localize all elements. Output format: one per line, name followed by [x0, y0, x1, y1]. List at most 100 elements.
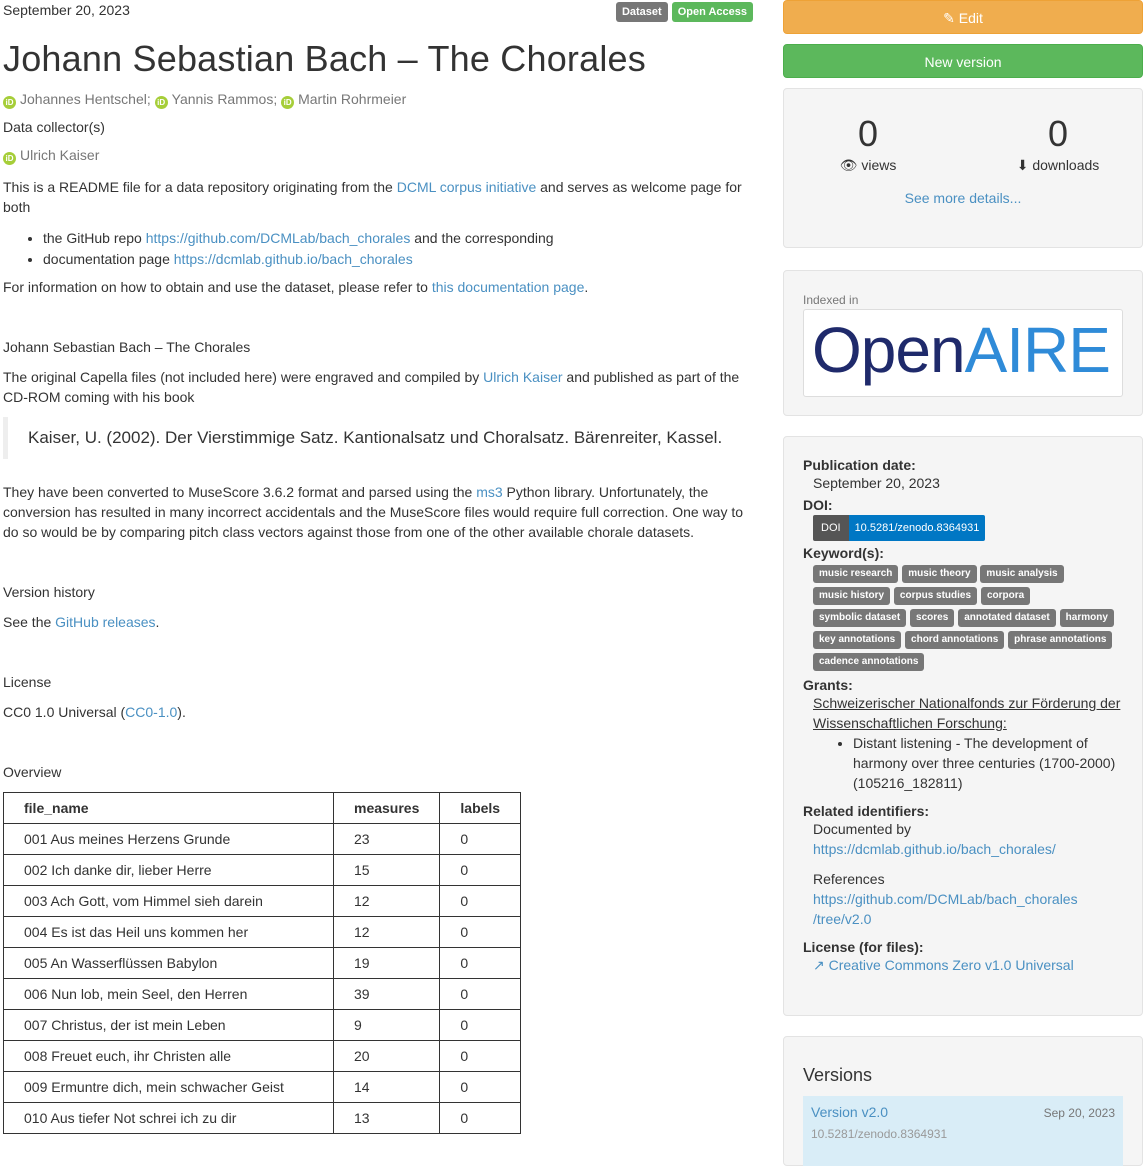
table-row: 002 Ich danke dir, lieber Herre 15 0 — [3, 854, 522, 886]
keyword-badge[interactable]: music history — [813, 587, 891, 605]
table-cell: 009 Ermuntre dich, mein schwacher Geist — [3, 1071, 334, 1103]
keyword-badge[interactable]: cadence annotations — [813, 653, 925, 671]
downloads-count: 0 — [1047, 113, 1069, 154]
author-link[interactable]: Yannis Rammos — [172, 91, 274, 107]
license-label: License (for files): — [803, 939, 924, 955]
list-item: the GitHub repo https://github.com/DCMLa… — [43, 228, 554, 249]
ms3-link[interactable]: ms3 — [476, 484, 502, 500]
keyword-badge[interactable]: music analysis — [980, 565, 1064, 583]
table-cell: 002 Ich danke dir, lieber Herre — [3, 854, 334, 886]
keyword-badge[interactable]: harmony — [1059, 609, 1114, 627]
table-header-row: file_name measures labels — [3, 792, 522, 824]
metadata-panel: Publication date: September 20, 2023 DOI… — [783, 436, 1143, 1016]
keyword-badge[interactable]: annotated dataset — [958, 609, 1056, 627]
badges: Dataset Open Access — [615, 2, 753, 22]
stats-panel: 0 👁 views 0 ⬇ downloads See more details… — [783, 88, 1143, 248]
table-row: 010 Aus tiefer Not schrei ich zu dir 13 0 — [3, 1102, 522, 1134]
version-row[interactable]: Version v2.0 Sep 20, 2023 10.5281/zenodo… — [803, 1096, 1123, 1166]
link-list: the GitHub repo https://github.com/DCMLa… — [3, 228, 554, 270]
versions-panel: Versions Version v2.0 Sep 20, 2023 10.52… — [783, 1036, 1143, 1166]
open-access-badge: Open Access — [671, 2, 753, 22]
table-cell: 0 — [439, 947, 522, 979]
references-link-cont[interactable]: /tree/v2.0 — [813, 911, 871, 927]
grant-list: Distant listening - The development of h… — [803, 733, 1123, 793]
views-count: 0 — [857, 113, 879, 154]
list-item: documentation page https://dcmlab.github… — [43, 249, 554, 270]
keyword-badge[interactable]: symbolic dataset — [813, 609, 907, 627]
refer-paragraph: For information on how to obtain and use… — [3, 277, 588, 297]
table-row: 007 Christus, der ist mein Leben 9 0 — [3, 1009, 522, 1041]
table-cell: 006 Nun lob, mein Seel, den Herren — [3, 978, 334, 1010]
table-row: 008 Freuet euch, ihr Christen alle 20 0 — [3, 1040, 522, 1072]
cc0-link[interactable]: CC0-1.0 — [125, 704, 177, 720]
license-heading: License — [3, 674, 52, 690]
version-link[interactable]: Version v2.0 — [811, 1104, 888, 1120]
table-cell: 0 — [439, 1071, 522, 1103]
orcid-icon: iD — [3, 96, 16, 109]
table-cell: 0 — [439, 854, 522, 886]
author-link[interactable]: Martin Rohrmeier — [298, 91, 406, 107]
new-version-button[interactable]: New version — [783, 44, 1143, 78]
doc-page-link[interactable]: this documentation page — [432, 279, 585, 295]
license-text: ). — [177, 704, 186, 720]
keyword-list: music research music theory music analys… — [803, 561, 1123, 675]
documented-link[interactable]: https://dcmlab.github.io/bach_chorales/ — [813, 841, 1056, 857]
doi-badge[interactable]: DOI 10.5281/zenodo.8364931 — [813, 515, 986, 541]
table-cell: 008 Freuet euch, ihr Christen alle — [3, 1040, 334, 1072]
collector-link[interactable]: Ulrich Kaiser — [20, 147, 99, 163]
keyword-badge[interactable]: corpus studies — [893, 587, 978, 605]
keyword-badge[interactable]: chord annotations — [905, 631, 1005, 649]
more-details-link[interactable]: See more details... — [905, 190, 1022, 206]
keyword-badge[interactable]: music theory — [902, 565, 977, 583]
keyword-badge[interactable]: corpora — [980, 587, 1031, 605]
table-cell: 010 Aus tiefer Not schrei ich zu dir — [3, 1102, 334, 1134]
kaiser-link[interactable]: Ulrich Kaiser — [483, 369, 562, 385]
conversion-text: They have been converted to MuseScore 3.… — [3, 484, 477, 500]
author-list: iD Johannes Hentschel; iD Yannis Rammos; i… — [3, 91, 406, 109]
column-header: labels — [439, 792, 522, 824]
page-title: Johann Sebastian Bach – The Chorales — [3, 38, 646, 79]
documented-by-label: Documented by — [813, 821, 912, 837]
collector: iD Ulrich Kaiser — [3, 147, 99, 165]
table-row: 006 Nun lob, mein Seel, den Herren 39 0 — [3, 978, 522, 1010]
version-history-heading: Version history — [3, 584, 95, 600]
documentation-link[interactable]: https://dcmlab.github.io/bach_chorales — [174, 251, 413, 267]
table-cell: 14 — [332, 1071, 441, 1103]
references-link[interactable]: https://github.com/DCMLab/bach_chorales — [813, 891, 1078, 907]
table-cell: 13 — [332, 1102, 441, 1134]
table-cell: 39 — [332, 978, 441, 1010]
keyword-badge[interactable]: key annotations — [813, 631, 902, 649]
license-link[interactable]: ↗ Creative Commons Zero v1.0 Universal — [813, 957, 1074, 973]
edit-label: Edit — [958, 10, 983, 26]
author-link[interactable]: Johannes Hentschel — [20, 91, 147, 107]
logo-text: AIRE — [964, 314, 1111, 386]
publication-date: September 20, 2023 — [3, 2, 130, 18]
edit-button[interactable]: ✎ Edit — [783, 0, 1143, 34]
license-text: CC0 1.0 Universal ( — [3, 704, 126, 720]
license-link-text: Creative Commons Zero v1.0 Universal — [828, 957, 1074, 973]
downloads-label: downloads — [1032, 157, 1100, 173]
github-repo-link[interactable]: https://github.com/DCMLab/bach_chorales — [146, 230, 411, 246]
collector-heading: Data collector(s) — [3, 119, 105, 135]
license-paragraph: CC0 1.0 Universal (CC0-1.0). — [3, 702, 186, 722]
keyword-badge[interactable]: music research — [813, 565, 899, 583]
table-cell: 0 — [439, 1102, 522, 1134]
overview-heading: Overview — [3, 764, 62, 780]
keyword-badge[interactable]: scores — [910, 609, 955, 627]
openaire-logo[interactable]: OpenAIRE — [803, 309, 1123, 397]
dcml-link[interactable]: DCML corpus initiative — [397, 179, 537, 195]
capella-text: The original Capella files (not included… — [3, 369, 484, 385]
table-cell: 004 Es ist das Heil uns kommen her — [3, 916, 334, 948]
description-intro: This is a README file for a data reposit… — [3, 177, 743, 217]
table-cell: 12 — [332, 885, 441, 917]
table-cell: 003 Ach Gott, vom Himmel sieh darein — [3, 885, 334, 917]
table-cell: 23 — [332, 823, 441, 855]
logo-text: Open — [812, 314, 966, 386]
github-releases-link[interactable]: GitHub releases — [55, 614, 155, 630]
indexed-panel: Indexed in OpenAIRE — [783, 270, 1143, 416]
grant-funder: Schweizerischer Nationalfonds zur Förder… — [813, 695, 1121, 731]
doi-label: DOI: — [803, 497, 833, 513]
doi-value: 10.5281/zenodo.8364931 — [848, 515, 986, 541]
version-doi: 10.5281/zenodo.8364931 — [811, 1127, 948, 1141]
keyword-badge[interactable]: phrase annotations — [1008, 631, 1113, 649]
